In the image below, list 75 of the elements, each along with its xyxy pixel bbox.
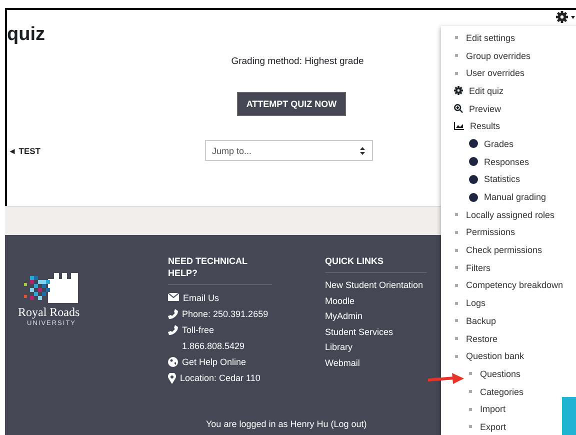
login-info: You are logged in as Henry Hu (Log out) [206,419,367,429]
menu-item[interactable]: Manual grading [469,188,546,206]
page-title: quiz [7,24,45,46]
envelope-icon [168,293,179,301]
help-link[interactable]: Email Us [183,290,220,306]
bullet-icon [469,425,472,428]
quick-link[interactable]: MyAdmin [325,309,427,324]
logo-drawing [24,273,80,303]
help-link[interactable]: Phone: 250.391.2659 [182,306,268,322]
menu-item[interactable]: Edit quiz [455,82,504,100]
help-link[interactable]: Location: Cedar 110 [180,370,260,386]
location-pin-icon [168,373,176,384]
bullet-icon [455,230,458,234]
panel-edge [562,397,576,435]
globe-icon [168,357,178,367]
bullet-icon [455,354,458,358]
grading-method: Grading method: Highest grade [231,56,364,67]
help-link[interactable]: Get Help Online [182,354,246,370]
help-link[interactable]: Toll-free 1.866.808.5429 [182,322,272,354]
column-heading: QUICK LINKS [325,255,427,273]
bullet-icon [455,302,458,305]
zoom-in-icon [454,104,463,114]
bullet-icon [469,390,472,394]
menu-item[interactable]: Restore [455,330,498,348]
bullet-icon [469,408,472,411]
bullet-icon [455,54,458,58]
arrow-drawing [428,373,464,385]
column-heading: NEED TECHNICAL HELP? [168,255,272,285]
menu-item[interactable]: Import [469,400,506,418]
dot-icon [469,139,478,148]
menu-item[interactable]: Results [455,117,500,136]
menu-item[interactable]: Responses [469,152,530,170]
bullet-icon [455,337,458,340]
bullet-icon [455,319,458,322]
menu-item[interactable]: Question bank [455,347,524,366]
menu-item[interactable]: Check permissions [455,241,542,259]
menu-item[interactable]: Locally assigned roles [455,206,555,224]
logo-name: Royal Roads [18,305,80,320]
gear-icon [454,86,463,96]
bullet-icon [469,372,472,376]
quick-link[interactable]: Library [325,340,427,356]
quick-link[interactable]: Webmail [325,356,427,371]
dot-icon [469,174,478,184]
menu-item[interactable]: Group overrides [455,46,531,64]
bullet-icon [455,248,458,252]
bullet-icon [455,213,458,216]
menu-item[interactable]: Statistics [469,170,520,188]
bullet-icon [455,72,458,75]
bullet-icon [455,36,458,40]
dot-icon [469,157,478,166]
bullet-icon [455,266,458,270]
menu-item[interactable]: Grades [469,135,514,153]
menu-item[interactable]: Questions [469,365,521,383]
menu-item[interactable]: Export [469,418,506,435]
menu-item[interactable]: Backup [455,312,496,330]
dot-icon [469,192,478,202]
sort-caret-icon [360,146,365,154]
menu-item[interactable]: Permissions [455,224,516,242]
jump-to-select[interactable]: Jump to... [205,140,373,161]
menu-item[interactable]: User overrides [455,64,525,82]
previous-activity-link[interactable]: ◄ TEST [7,146,205,156]
quick-link[interactable]: Moodle [325,294,427,309]
menu-item[interactable]: Logs [455,294,486,312]
menu-item[interactable]: Preview [455,100,502,118]
area-chart-icon [454,122,464,130]
menu-item[interactable]: Competency breakdown [455,276,564,294]
bullet-icon [455,284,458,287]
attempt-quiz-button[interactable]: ATTEMPT QUIZ NOW [237,92,346,116]
caret-icon[interactable] [571,16,575,19]
menu-item[interactable]: Edit settings [455,29,516,47]
quick-link[interactable]: Student Services [325,324,427,340]
quick-link[interactable]: New Student Orientation [325,278,427,294]
menu-item[interactable]: Filters [455,258,490,277]
settings-icon[interactable] [556,11,568,23]
menu-item[interactable]: Categories [469,382,524,400]
